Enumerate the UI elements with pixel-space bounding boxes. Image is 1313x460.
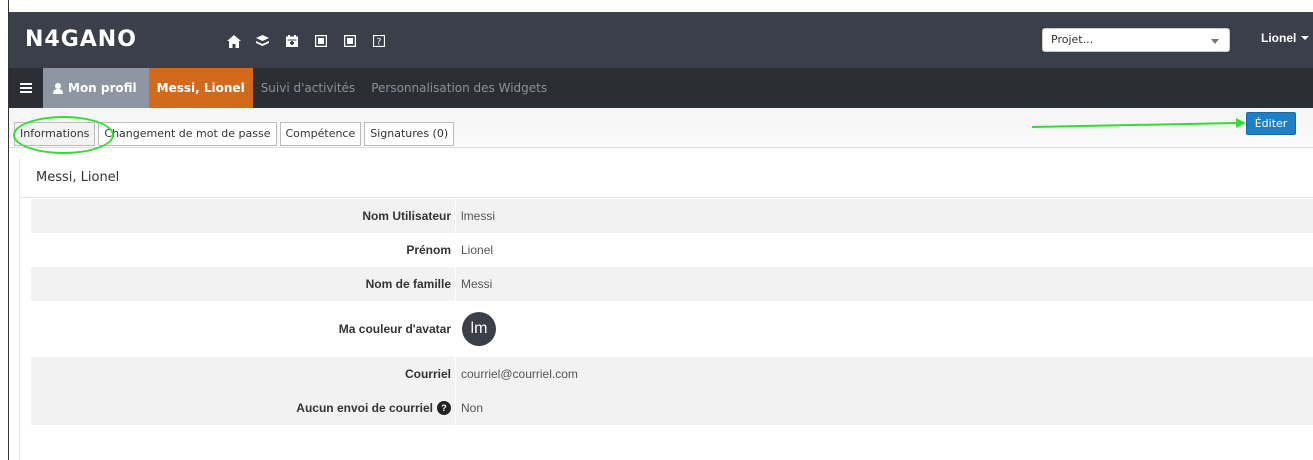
- top-navbar: N4GANO ? Projet... Lionel: [9, 12, 1313, 68]
- detail-value: Messi: [455, 267, 1313, 301]
- project-select-value: Projet...: [1051, 33, 1094, 46]
- caret-down-icon: [1301, 36, 1310, 40]
- home-icon[interactable]: [219, 32, 248, 50]
- nav-suivi-activites-label: Suivi d'activités: [260, 81, 356, 95]
- detail-row-firstname: Prénom Lionel: [31, 233, 1313, 267]
- detail-value: Lionel: [455, 233, 1313, 267]
- nav-mon-profil[interactable]: Mon profil: [43, 68, 149, 108]
- nav-personnalisation-widgets-label: Personnalisation des Widgets: [371, 81, 548, 95]
- tab-changement-mot-de-passe[interactable]: Changement de mot de passe: [98, 122, 277, 146]
- detail-label: Prénom: [406, 243, 451, 257]
- profile-details: Nom Utilisateur lmessi Prénom Lionel Nom…: [31, 199, 1313, 425]
- nav-messi-lionel-label: Messi, Lionel: [156, 81, 245, 95]
- layers-icon[interactable]: [248, 32, 277, 50]
- detail-value: lmessi: [455, 199, 1313, 233]
- detail-row-no-email: Aucun envoi de courriel ? Non: [31, 391, 1313, 425]
- detail-label: Nom de famille: [365, 277, 451, 291]
- calendar-icon[interactable]: [277, 32, 306, 50]
- detail-label: Nom Utilisateur: [362, 209, 451, 223]
- tab-signatures[interactable]: Signatures (0): [364, 122, 455, 146]
- dollar-icon-1[interactable]: [306, 32, 335, 50]
- nav-messi-lionel[interactable]: Messi, Lionel: [148, 68, 253, 108]
- annotation-arrow: [1031, 118, 1246, 128]
- detail-label: Courriel: [404, 367, 451, 381]
- nav-personnalisation-widgets[interactable]: Personnalisation des Widgets: [363, 68, 555, 108]
- divider: [20, 197, 1313, 198]
- question-circle-icon[interactable]: ?: [437, 401, 451, 415]
- nav-suivi-activites[interactable]: Suivi d'activités: [253, 68, 364, 108]
- hamburger-menu-icon[interactable]: [9, 68, 43, 108]
- chevron-down-icon: [1211, 39, 1219, 44]
- project-select[interactable]: Projet...: [1042, 28, 1230, 52]
- detail-value: lm: [455, 301, 1313, 357]
- svg-text:?: ?: [376, 38, 381, 48]
- user-menu-label: Lionel: [1261, 31, 1297, 45]
- detail-value: courriel@courriel.com: [455, 357, 1313, 391]
- detail-label: Ma couleur d'avatar: [338, 322, 451, 336]
- detail-label: Aucun envoi de courriel ?: [31, 391, 455, 425]
- secondary-nav: Mon profil Messi, Lionel Suivi d'activit…: [9, 68, 1313, 108]
- help-icon[interactable]: ?: [364, 32, 393, 50]
- top-nav-icons: ?: [219, 32, 393, 50]
- user-menu[interactable]: Lionel: [1261, 31, 1310, 45]
- detail-label-text: Aucun envoi de courriel: [296, 401, 433, 415]
- detail-row-email: Courriel courriel@courriel.com: [31, 357, 1313, 391]
- window-left-border: [8, 0, 9, 460]
- edit-button[interactable]: Éditer: [1246, 112, 1296, 135]
- panel-title: Messi, Lionel: [36, 170, 120, 185]
- window-top: [8, 0, 1313, 12]
- app-logo[interactable]: N4GANO: [25, 27, 137, 52]
- profile-panel: Messi, Lionel Nom Utilisateur lmessi Pré…: [19, 158, 1313, 460]
- tab-competence[interactable]: Compétence: [279, 122, 362, 146]
- dollar-icon-2[interactable]: [335, 32, 364, 50]
- annotation-ellipse: [13, 116, 114, 154]
- detail-row-lastname: Nom de famille Messi: [31, 267, 1313, 301]
- detail-row-avatar-color: Ma couleur d'avatar lm: [31, 301, 1313, 357]
- detail-value: Non: [455, 391, 1313, 425]
- nav-mon-profil-label: Mon profil: [68, 81, 137, 95]
- detail-row-username: Nom Utilisateur lmessi: [31, 199, 1313, 233]
- avatar[interactable]: lm: [462, 312, 496, 346]
- user-icon: [53, 82, 63, 94]
